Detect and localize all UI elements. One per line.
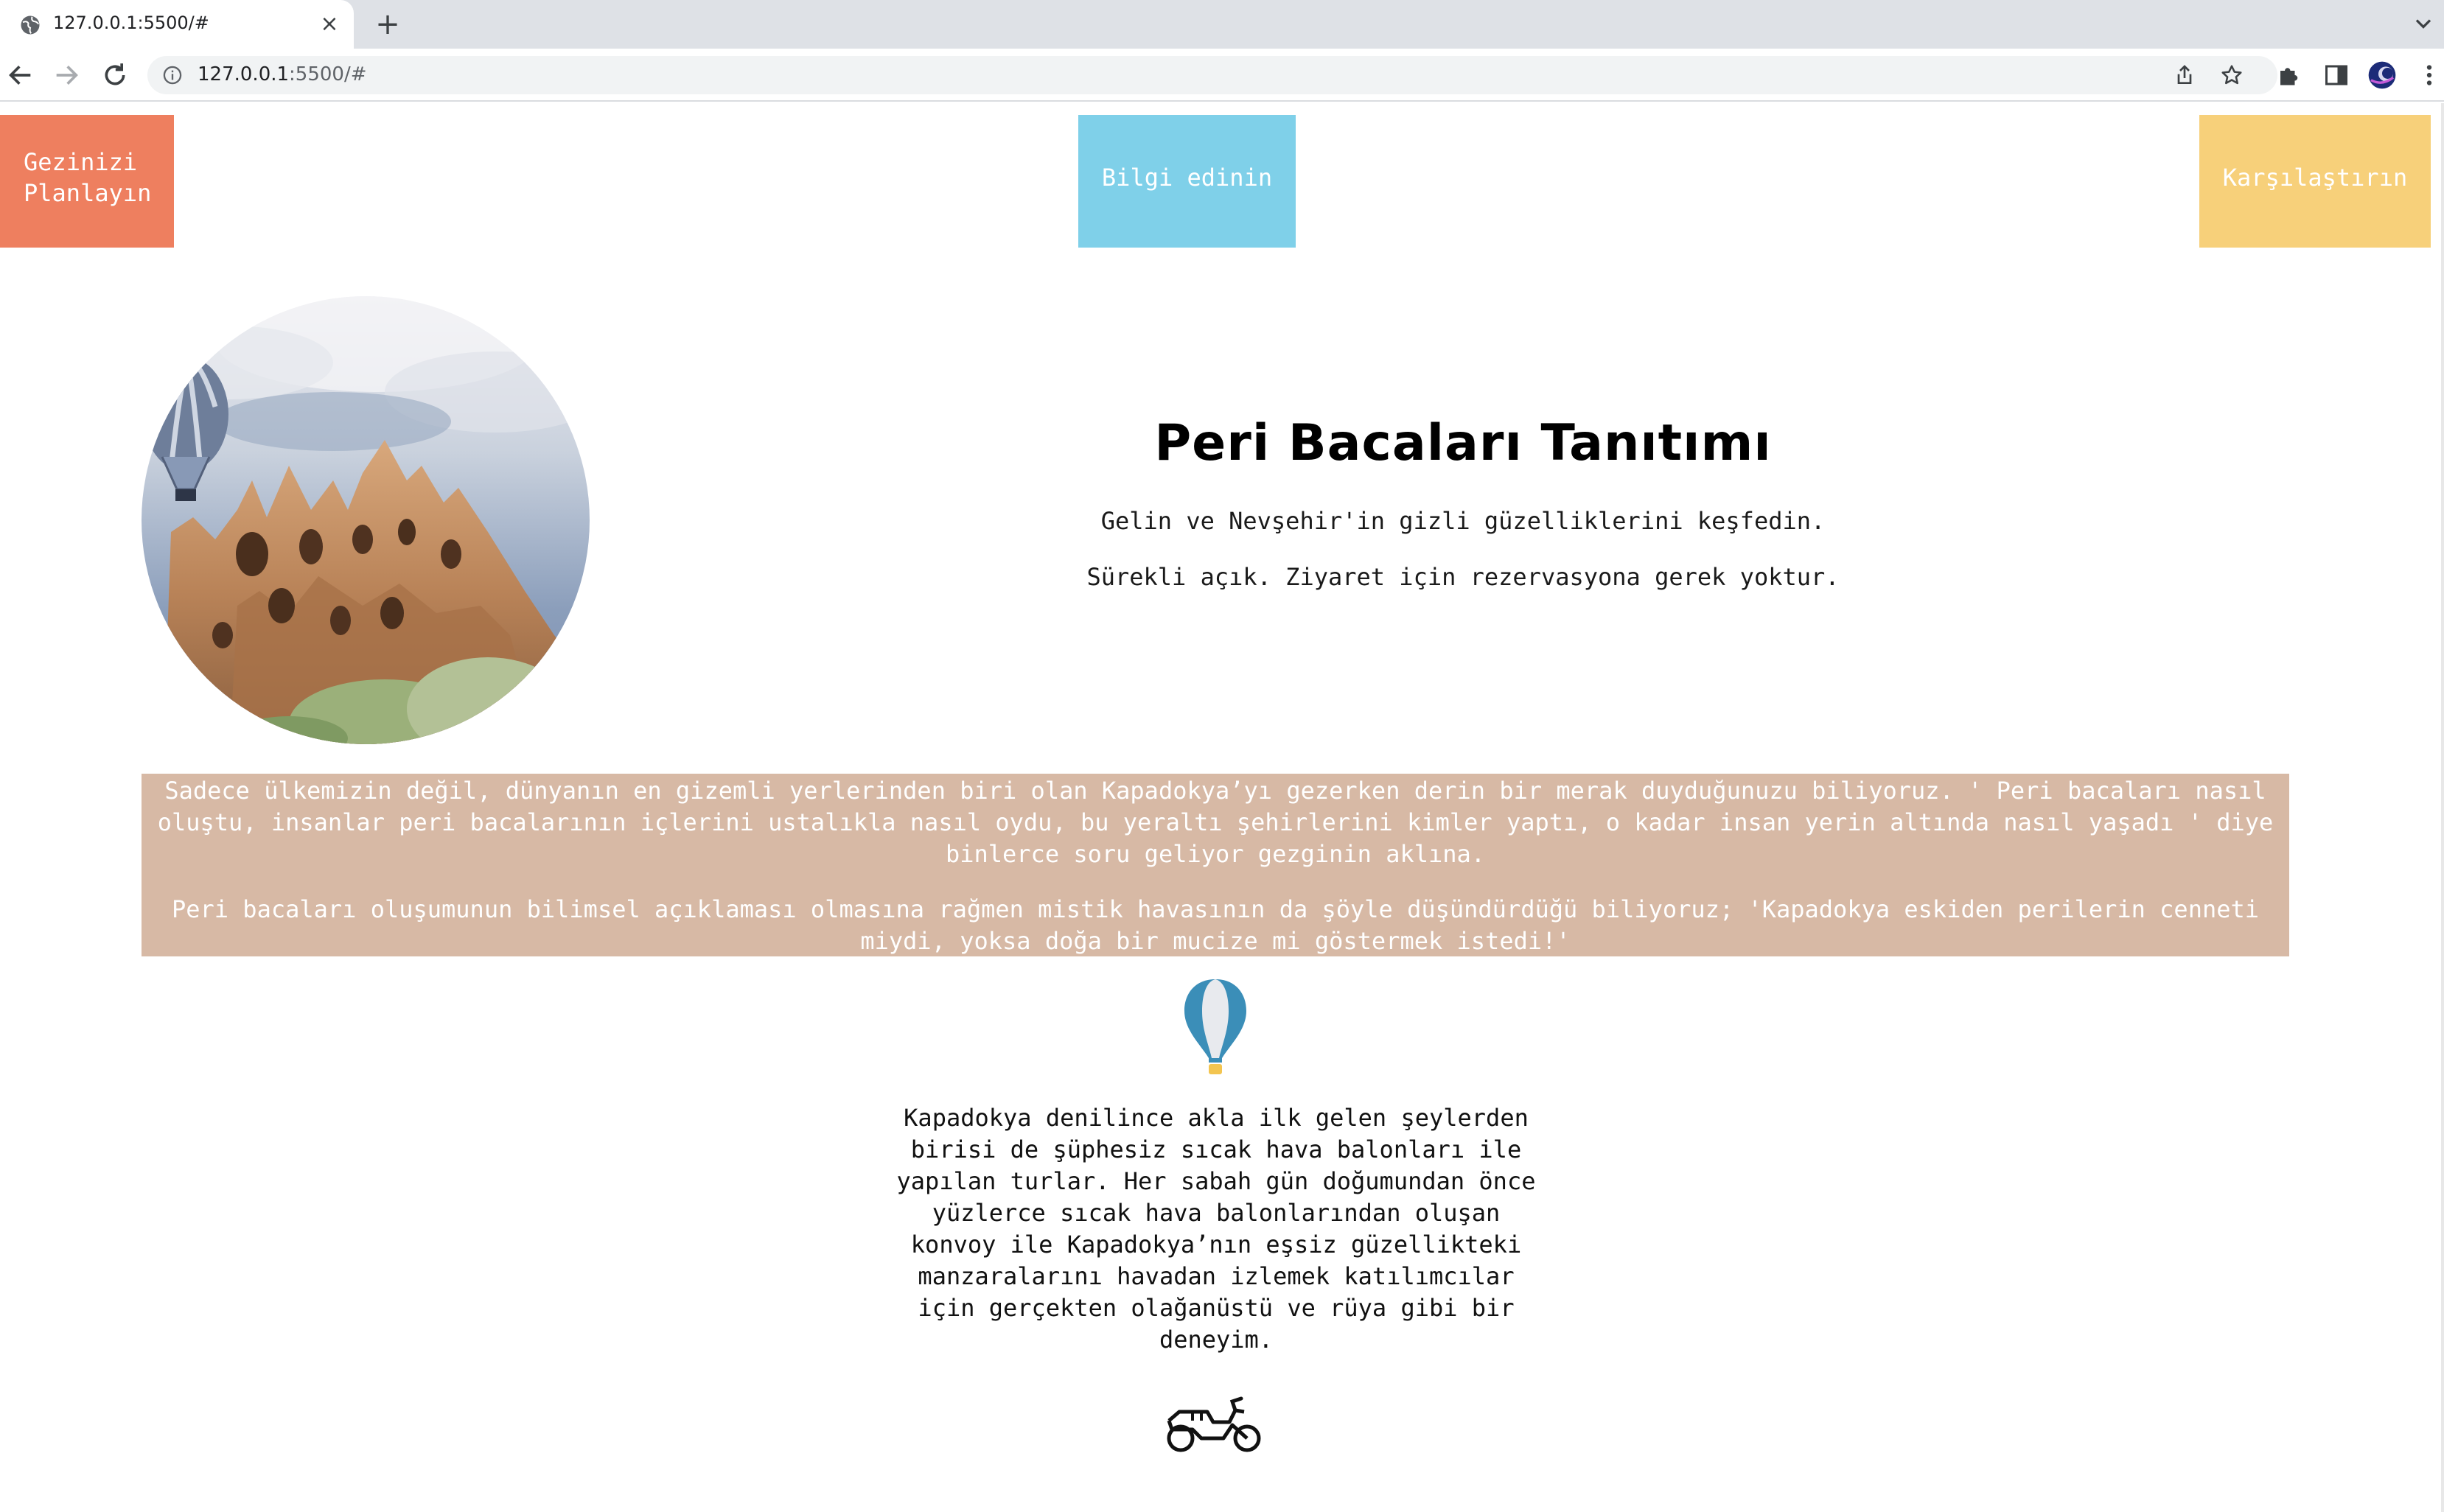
hero-subtitle-2: Sürekli açık. Ziyaret için rezervasyona … xyxy=(1086,563,1840,591)
more-vert-icon[interactable] xyxy=(2419,62,2440,88)
page-title: Peri Bacaları Tanıtımı xyxy=(1154,414,1772,472)
browser-tabstrip: 127.0.0.1:5500/# × + xyxy=(0,0,2444,49)
plus-icon[interactable]: + xyxy=(371,9,404,41)
reload-icon[interactable] xyxy=(100,60,130,90)
motorcycle-icon xyxy=(1167,1396,1261,1452)
cappadocia-photo xyxy=(142,296,590,744)
info-paragraph-2: Peri bacaları oluşumunun bilimsel açıkla… xyxy=(171,895,2260,955)
nav-compare-button[interactable]: Karşılaştırın xyxy=(2199,115,2431,248)
chevron-down-icon[interactable] xyxy=(2410,10,2437,37)
forward-arrow-icon[interactable] xyxy=(52,60,81,90)
nav-get-info-button[interactable]: Bilgi edinin xyxy=(1078,115,1296,248)
back-arrow-icon[interactable] xyxy=(6,60,35,90)
browser-toolbar: 127.0.0.1:5500/# xyxy=(0,49,2444,102)
url-host: 127.0.0.1 xyxy=(198,63,290,85)
close-icon[interactable]: × xyxy=(317,12,342,37)
tab-title: 127.0.0.1:5500/# xyxy=(53,13,209,33)
nav-plan-trip-label: Gezinizi Planlayın xyxy=(24,147,164,209)
profile-avatar-icon[interactable] xyxy=(2367,60,2397,90)
nav-compare-label: Karşılaştırın xyxy=(2222,164,2408,192)
globe-icon xyxy=(21,15,40,35)
info-block: Sadece ülkemizin değil, dünyanın en gize… xyxy=(142,774,2289,956)
url-text[interactable]: 127.0.0.1:5500/# xyxy=(198,63,367,85)
nav-plan-trip-button[interactable]: Gezinizi Planlayın xyxy=(0,115,174,248)
page-viewport: Gezinizi Planlayın Bilgi edinin Karşılaşt… xyxy=(0,103,2444,1512)
hero-photo xyxy=(142,296,590,744)
address-bar[interactable]: 127.0.0.1:5500/# xyxy=(147,56,2277,94)
scrollbar-track[interactable] xyxy=(2441,103,2444,1512)
star-icon[interactable] xyxy=(2220,63,2244,87)
side-panel-icon[interactable] xyxy=(2323,62,2350,88)
nav-plan-trip-label-line-2: Planlayın xyxy=(24,179,152,207)
info-paragraph-1: Sadece ülkemizin değil, dünyanın en gize… xyxy=(157,777,2274,868)
puzzle-icon[interactable] xyxy=(2276,62,2302,88)
url-path: :5500/# xyxy=(289,63,367,85)
balloon-paragraph: Kapadokya denilince akla ilk gelen şeyle… xyxy=(896,1104,1536,1354)
browser-tab[interactable]: 127.0.0.1:5500/# × xyxy=(0,0,354,49)
nav-plan-trip-label-line-1: Gezinizi xyxy=(24,148,138,176)
hot-air-balloon-icon xyxy=(1184,979,1246,1074)
nav-get-info-label: Bilgi edinin xyxy=(1101,164,1273,192)
hero-subtitle-1: Gelin ve Nevşehir'in gizli güzelliklerin… xyxy=(1100,507,1826,535)
info-icon[interactable] xyxy=(162,65,183,85)
share-icon[interactable] xyxy=(2173,63,2196,87)
